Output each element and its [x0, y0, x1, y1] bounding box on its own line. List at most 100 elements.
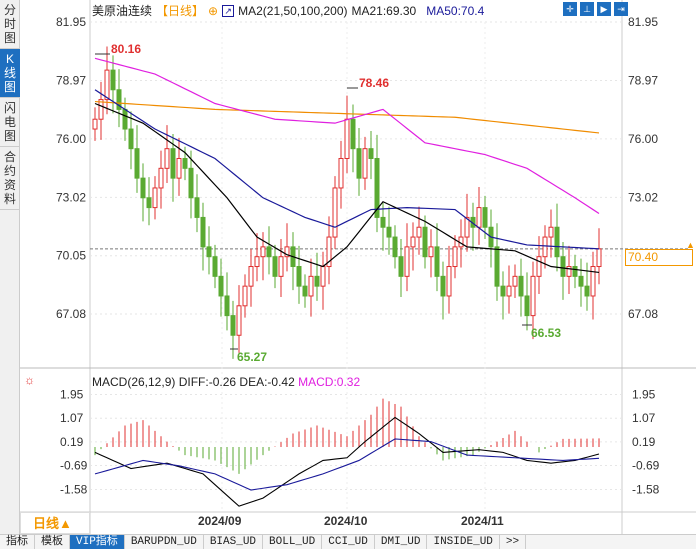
candle-body [308, 275, 314, 297]
candle-body [140, 177, 146, 199]
macd-tick-right: 0.19 [632, 435, 656, 449]
candle-body [362, 148, 368, 179]
candle-body [224, 295, 230, 317]
candle-body [452, 246, 458, 268]
low-annotation: 65.27 [237, 350, 267, 364]
chart-header: 美原油连续 【日线】 ⊕ ↗ MA2(21,50,100,200) MA21:6… [92, 2, 484, 19]
indicator-icon[interactable]: ↗ [222, 4, 235, 17]
candle-body [164, 148, 170, 169]
tab-template[interactable]: 模板 [35, 535, 70, 549]
candle-body [146, 197, 152, 209]
price-tick-right: 78.97 [628, 74, 658, 88]
candle-body [230, 315, 236, 336]
candle-body [518, 275, 524, 297]
candle-body [266, 246, 272, 258]
candle-body [92, 118, 98, 130]
tab-dmi[interactable]: DMI_UD [375, 535, 428, 549]
macd-value: MACD:0.32 [298, 375, 361, 389]
play-tool-icon[interactable]: ▶ [597, 2, 611, 16]
candle-body [422, 226, 428, 258]
high-annotation: 80.16 [111, 42, 141, 56]
macd-tick-right: 1.95 [632, 388, 656, 402]
candle-body [158, 167, 164, 189]
price-tick-right: 76.00 [628, 132, 658, 146]
macd-tick-left: 0.19 [60, 435, 84, 449]
candle-body [272, 256, 278, 277]
candle-body [344, 118, 350, 159]
candle-body [314, 275, 320, 287]
ma50-value: MA50:70.4 [426, 3, 485, 18]
tab-indicator[interactable]: 指标 [0, 535, 35, 549]
candle-body [446, 266, 452, 297]
candle-body [476, 207, 482, 228]
price-tick-left: 78.97 [56, 74, 86, 88]
candle-body [536, 256, 542, 277]
candle-body [122, 108, 128, 130]
candle-body [104, 69, 110, 101]
price-tick-left: 76.00 [56, 132, 86, 146]
candle-body [494, 246, 500, 287]
candle-body [410, 236, 416, 248]
candle-body [110, 69, 116, 91]
date-label: 2024/09 [198, 514, 242, 528]
candle-body [200, 216, 206, 248]
price-tick-left: 67.08 [56, 307, 86, 321]
candle-body [260, 246, 266, 258]
candle-body [332, 187, 338, 238]
candle-body [182, 157, 188, 169]
crosshair-tool-icon[interactable]: ✛ [563, 2, 577, 16]
candle-body [554, 226, 560, 258]
ma21-value: MA21:69.30 [351, 3, 417, 18]
price-tick-right: 67.08 [628, 307, 658, 321]
tab-bias[interactable]: BIAS_UD [204, 535, 264, 549]
candle-body [188, 167, 194, 199]
more-tabs-button[interactable]: >> [500, 535, 527, 549]
candle-body [512, 275, 518, 287]
sun-icon[interactable]: ☼ [24, 373, 35, 387]
macd-tick-left: 1.95 [60, 388, 84, 402]
candle-body [548, 226, 554, 238]
candle-body [404, 246, 410, 277]
candle-body [440, 275, 446, 297]
macd-dea: DEA:-0.42 [239, 375, 295, 389]
candle-body [506, 285, 512, 297]
macd-tick-right: 1.07 [632, 411, 656, 425]
candle-body [350, 118, 356, 150]
tab-inside[interactable]: INSIDE_UD [427, 535, 500, 549]
symbol-name: 美原油连续 [92, 4, 153, 18]
price-tick-left: 70.05 [56, 249, 86, 263]
macd-title: MACD(26,12,9) [92, 375, 176, 389]
candle-body [596, 248, 602, 268]
tab-vip-indicator[interactable]: VIP指标 [70, 535, 125, 549]
tab-barupdn[interactable]: BARUPDN_UD [125, 535, 204, 549]
candle-body [248, 266, 254, 287]
indicator-name: MA2(21,50,100,200) [238, 3, 348, 18]
exit-tool-icon[interactable]: ⇥ [614, 2, 628, 16]
macd-tick-left: 1.07 [60, 411, 84, 425]
candle-body [128, 128, 134, 150]
candle-body [152, 187, 158, 209]
candle-body [530, 275, 536, 317]
period-selector[interactable]: 日线▲ [20, 512, 90, 534]
tab-cci[interactable]: CCI_UD [322, 535, 375, 549]
candle-body [560, 256, 566, 277]
candle-body [194, 197, 200, 218]
candle-body [356, 148, 362, 179]
candle-body [542, 236, 548, 258]
macd-diff: DIFF:-0.26 [178, 375, 237, 389]
candle-body [386, 226, 392, 238]
candle-body [218, 275, 224, 297]
period-label: 【日线】 [156, 4, 205, 18]
candle-body [320, 266, 326, 287]
tab-boll[interactable]: BOLL_UD [263, 535, 323, 549]
low-annotation: 66.53 [531, 326, 561, 340]
candle-body [482, 207, 488, 228]
candle-body [242, 285, 248, 307]
range-tool-icon[interactable]: ⊥ [580, 2, 594, 16]
candle-body [338, 157, 344, 189]
date-label: 2024/10 [324, 514, 368, 528]
candle-body [236, 305, 242, 336]
crosshair-icon[interactable]: ⊕ [208, 4, 218, 18]
date-label: 2024/11 [461, 514, 504, 528]
candle-body [212, 256, 218, 277]
